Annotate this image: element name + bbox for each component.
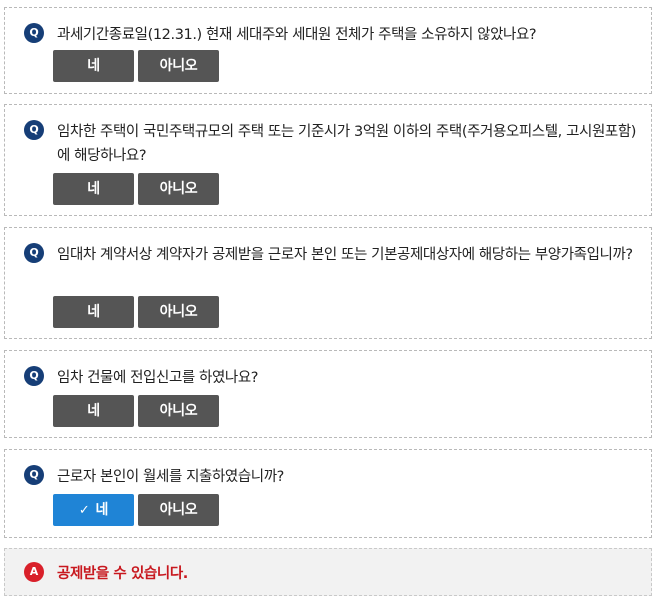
yes-button-selected[interactable]: ✓ 네 bbox=[53, 494, 134, 526]
question-block-3: Q 임대차 계약서상 계약자가 공제받을 근로자 본인 또는 기본공제대상자에 … bbox=[4, 227, 652, 339]
no-button[interactable]: 아니오 bbox=[138, 50, 219, 82]
question-block-5: Q 근로자 본인이 월세를 지출하였습니까? ✓ 네 아니오 bbox=[4, 449, 652, 538]
yes-button[interactable]: 네 bbox=[53, 395, 134, 427]
question-block-2: Q 임차한 주택이 국민주택규모의 주택 또는 기준시가 3억원 이하의 주택(… bbox=[4, 104, 652, 216]
yes-button[interactable]: 네 bbox=[53, 173, 134, 205]
question-badge-icon: Q bbox=[24, 23, 44, 43]
yes-button[interactable]: 네 bbox=[53, 296, 134, 328]
question-block-4: Q 임차 건물에 전입신고를 하였나요? 네 아니오 bbox=[4, 350, 652, 438]
no-button[interactable]: 아니오 bbox=[138, 296, 219, 328]
question-text: 과세기간종료일(12.31.) 현재 세대주와 세대원 전체가 주택을 소유하지… bbox=[57, 27, 537, 43]
question-text: 임대차 계약서상 계약자가 공제받을 근로자 본인 또는 기본공제대상자에 해당… bbox=[57, 247, 633, 263]
question-text: 임차 건물에 전입신고를 하였나요? bbox=[57, 370, 259, 386]
no-button[interactable]: 아니오 bbox=[138, 173, 219, 205]
no-button[interactable]: 아니오 bbox=[138, 494, 219, 526]
question-badge-icon: Q bbox=[24, 465, 44, 485]
answer-block: A 공제받을 수 있습니다. bbox=[4, 548, 652, 596]
check-icon: ✓ bbox=[78, 503, 90, 518]
question-badge-icon: Q bbox=[24, 366, 44, 386]
no-button[interactable]: 아니오 bbox=[138, 395, 219, 427]
yes-button[interactable]: 네 bbox=[53, 50, 134, 82]
question-text: 근로자 본인이 월세를 지출하였습니까? bbox=[57, 469, 284, 485]
question-badge-icon: Q bbox=[24, 120, 44, 140]
yes-button-label: 네 bbox=[95, 502, 109, 518]
answer-badge-icon: A bbox=[24, 562, 44, 582]
answer-text: 공제받을 수 있습니다. bbox=[57, 566, 188, 582]
question-badge-icon: Q bbox=[24, 243, 44, 263]
question-text: 임차한 주택이 국민주택규모의 주택 또는 기준시가 3억원 이하의 주택(주거… bbox=[57, 124, 637, 164]
question-block-1: Q 과세기간종료일(12.31.) 현재 세대주와 세대원 전체가 주택을 소유… bbox=[4, 7, 652, 94]
